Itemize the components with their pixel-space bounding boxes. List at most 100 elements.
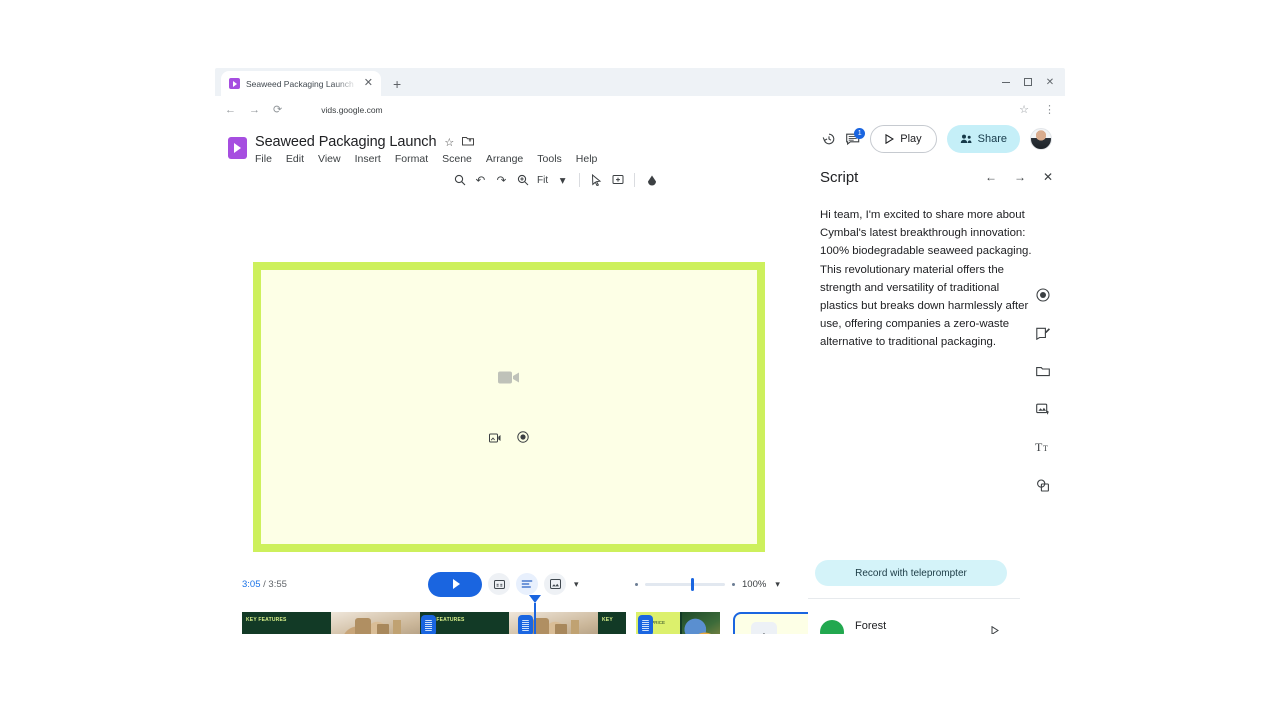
clip-transition-handle[interactable]	[638, 615, 653, 634]
record-icon[interactable]	[1033, 285, 1053, 305]
panel-title: Script	[820, 168, 859, 186]
chevron-down-icon[interactable]: ▾	[572, 579, 579, 590]
back-icon[interactable]: ←	[225, 104, 236, 116]
close-icon[interactable]: ✕	[1039, 72, 1061, 92]
menu-view[interactable]: View	[318, 153, 341, 165]
zoom-slider[interactable]	[645, 577, 725, 591]
folder-move-icon[interactable]	[462, 136, 475, 149]
address-bar[interactable]: vids.google.com	[321, 105, 382, 115]
close-icon[interactable]: ✕	[364, 78, 373, 89]
video-canvas[interactable]	[253, 262, 765, 552]
timeline-clip[interactable]	[331, 612, 420, 634]
forward-icon[interactable]: →	[249, 104, 260, 116]
chevron-down-icon[interactable]: ▾	[773, 579, 780, 590]
text-icon[interactable]: TT	[1033, 437, 1053, 457]
play-preview-button[interactable]: Play	[870, 125, 937, 153]
voice-preview-button[interactable]	[991, 625, 999, 634]
zoom-max-dot	[732, 582, 735, 586]
layout-icon[interactable]	[544, 573, 566, 595]
canvas-surface[interactable]	[261, 270, 757, 544]
timeline-clips: KEY FEATURES • Compostable • Derived fro…	[242, 612, 927, 634]
history-icon[interactable]	[822, 132, 836, 146]
minimize-icon[interactable]	[995, 72, 1017, 92]
timeline-clip[interactable]: KEY • Compostable • Derived from • Marin…	[598, 612, 626, 634]
script-nav: ← → ✕	[985, 170, 1053, 184]
clip-title: KEY	[602, 617, 613, 623]
voice-selector[interactable]: Forest US, calm	[815, 612, 1007, 634]
clip-title: KEY FEATURES	[246, 617, 287, 623]
upload-video-icon[interactable]	[489, 430, 501, 448]
browser-tab[interactable]: Seaweed Packaging Launch ✕	[221, 71, 381, 96]
comments-icon[interactable]: 1	[846, 127, 866, 146]
reload-icon[interactable]: ⟳	[273, 104, 282, 116]
editor-area: 3:05 / 3:55 ▾ 100% ▾ KEY FEATURES KEY FE…	[215, 230, 927, 634]
insert-rail: TT	[1032, 285, 1054, 495]
toolbar-divider	[634, 173, 636, 187]
menu-insert[interactable]: Insert	[355, 153, 381, 165]
script-text[interactable]: Hi team, I'm excited to share more about…	[808, 194, 1065, 352]
shapes-icon[interactable]	[1033, 475, 1053, 495]
menu-help[interactable]: Help	[576, 153, 598, 165]
record-icon[interactable]	[517, 430, 529, 448]
shape-icon[interactable]	[641, 170, 662, 191]
star-icon[interactable]: ☆	[1019, 104, 1029, 116]
menu-format[interactable]: Format	[395, 153, 428, 165]
transport-bar: 3:05 / 3:55 ▾ 100% ▾	[215, 570, 808, 598]
close-panel-button[interactable]: ✕	[1043, 170, 1053, 184]
canvas-quick-actions	[489, 430, 529, 448]
panel-header-actions: 1 Play Share	[808, 118, 1065, 160]
menu-arrange[interactable]: Arrange	[486, 153, 523, 165]
comment-count-badge: 1	[854, 127, 866, 139]
chevron-down-icon[interactable]: ▾	[552, 170, 573, 191]
star-icon[interactable]: ☆	[444, 136, 454, 149]
script-lines-icon[interactable]	[516, 573, 538, 595]
next-scene-button[interactable]: →	[1014, 170, 1026, 184]
zoom-level-label[interactable]: Fit	[533, 175, 552, 186]
zoom-level-value: 100%	[742, 578, 767, 590]
record-with-teleprompter-button[interactable]: Record with teleprompter	[815, 560, 1007, 586]
app-menubar: File Edit View Insert Format Scene Arran…	[255, 153, 597, 165]
script-panel: 1 Play Share Script ← → ✕ Hi team, I'm e…	[808, 118, 1065, 634]
svg-text:T: T	[1043, 444, 1048, 453]
prev-scene-button[interactable]: ←	[985, 170, 997, 184]
share-button-label: Share	[977, 133, 1007, 145]
script-header: Script ← → ✕	[808, 160, 1065, 194]
google-vids-logo	[228, 137, 247, 159]
toolbar-divider	[579, 173, 581, 187]
browser-window: Seaweed Packaging Launch ✕ + ✕ ← → ⟳ vid…	[215, 68, 1065, 634]
zoom-in-icon[interactable]	[512, 170, 533, 191]
redo-icon[interactable]: ↷	[491, 170, 512, 191]
timeline[interactable]: KEY FEATURES • Compostable • Derived fro…	[242, 595, 927, 634]
browser-menu-icon[interactable]: ⋮	[1044, 104, 1055, 116]
avatar[interactable]	[1030, 128, 1052, 150]
maximize-icon[interactable]	[1017, 72, 1039, 92]
add-comment-icon[interactable]	[607, 170, 628, 191]
total-time: 3:55	[268, 578, 287, 590]
menu-file[interactable]: File	[255, 153, 272, 165]
play-icon	[885, 134, 895, 144]
captions-icon[interactable]	[488, 573, 510, 595]
zoom-min-dot	[635, 582, 638, 586]
clip-transition-handle[interactable]	[518, 615, 533, 634]
play-button[interactable]	[428, 571, 482, 597]
menu-tools[interactable]: Tools	[537, 153, 562, 165]
menu-scene[interactable]: Scene	[442, 153, 472, 165]
zoom-slider-thumb[interactable]	[691, 577, 695, 591]
media-icon[interactable]	[1033, 399, 1053, 419]
menu-edit[interactable]: Edit	[286, 153, 304, 165]
clip-transition-handle[interactable]	[421, 615, 436, 634]
current-time: 3:05	[242, 578, 261, 590]
share-button[interactable]: Share	[946, 125, 1020, 153]
new-tab-button[interactable]: +	[393, 77, 401, 96]
undo-icon[interactable]: ↶	[470, 170, 491, 191]
timeline-clip[interactable]: KEY FEATURES • Compostable • Derived fro…	[242, 612, 331, 634]
search-icon[interactable]	[449, 170, 470, 191]
script-edit-icon[interactable]	[1033, 323, 1053, 343]
folder-icon[interactable]	[1033, 361, 1053, 381]
page-title[interactable]: Seaweed Packaging Launch	[255, 134, 437, 150]
playhead-handle[interactable]	[529, 595, 541, 603]
playback-controls: ▾	[428, 571, 579, 597]
timeline-clip[interactable]	[680, 612, 720, 634]
add-scene-button[interactable]: +	[751, 622, 777, 634]
cursor-icon[interactable]	[586, 170, 607, 191]
